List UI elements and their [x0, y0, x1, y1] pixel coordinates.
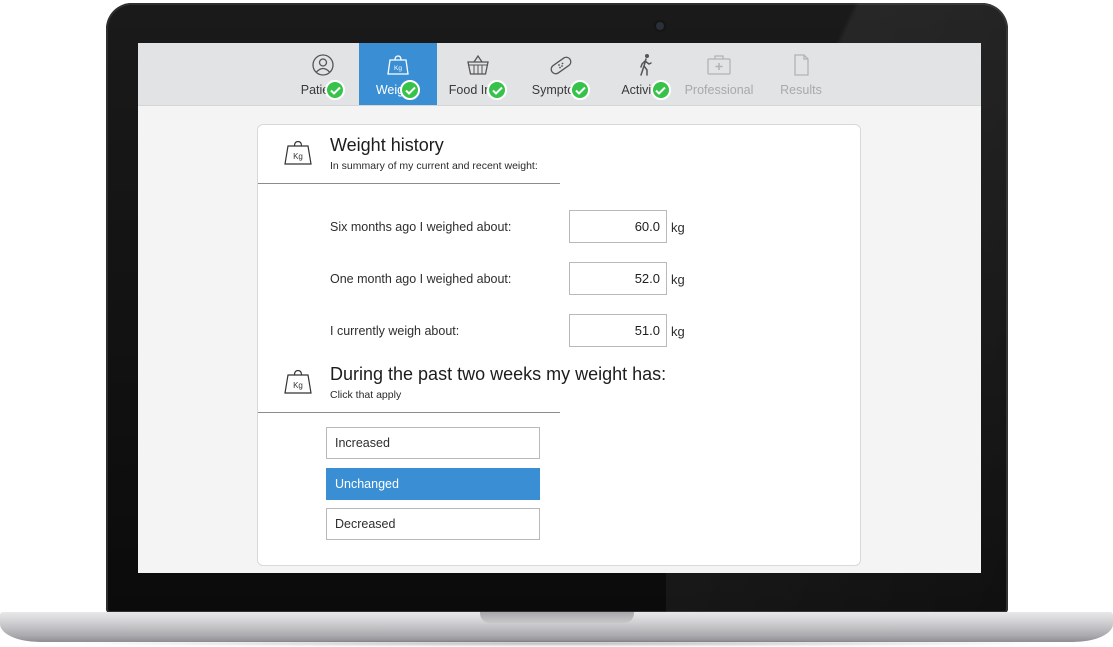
check-icon	[650, 80, 671, 100]
check-icon	[487, 80, 508, 100]
six-months-weight-input[interactable]: 60.0	[569, 210, 667, 243]
tab-activity[interactable]: Activit	[608, 43, 684, 105]
step-tab-bar: Patie Kg Weig Food In Sympto Activit Pro…	[138, 43, 981, 106]
tab-weight[interactable]: Kg Weig	[359, 43, 437, 105]
weight-icon: Kg	[387, 55, 409, 75]
current-weight-label: I currently weigh about:	[330, 324, 460, 338]
walking-icon	[640, 54, 652, 76]
section-title: Weight history	[330, 135, 444, 155]
current-weight-input[interactable]: 51.0	[569, 314, 667, 347]
basket-icon	[467, 54, 489, 75]
camera-icon	[656, 22, 664, 30]
svg-text:Kg: Kg	[293, 381, 303, 390]
unit-label: kg	[671, 324, 685, 339]
six-months-label: Six months ago I weighed about:	[330, 220, 512, 234]
tab-patient[interactable]: Patie	[285, 43, 361, 105]
tab-results[interactable]: Results	[768, 43, 834, 105]
weight-icon: Kg	[284, 140, 312, 165]
bandage-icon	[550, 56, 572, 75]
app-screen: Patie Kg Weig Food In Sympto Activit Pro…	[138, 43, 981, 573]
tab-label: Food In	[448, 83, 492, 97]
one-month-label: One month ago I weighed about:	[330, 272, 512, 286]
weight-history-header: Kg Weight history In summary of my curre…	[258, 125, 560, 184]
tab-food-intake[interactable]: Food In	[440, 43, 516, 105]
one-month-weight-input[interactable]: 52.0	[569, 262, 667, 295]
svg-text:Kg: Kg	[394, 65, 402, 72]
section-subtitle: In summary of my current and recent weig…	[330, 160, 538, 172]
svg-text:Kg: Kg	[293, 152, 303, 161]
tab-symptoms[interactable]: Sympto	[523, 43, 599, 105]
check-icon	[400, 80, 421, 100]
section-title: During the past two weeks my weight has:	[330, 364, 667, 384]
option-unchanged[interactable]: Unchanged	[326, 468, 540, 500]
user-icon	[312, 54, 334, 76]
check-icon	[325, 80, 346, 100]
tab-label: Professional	[684, 83, 754, 97]
tab-label: Sympto	[531, 83, 575, 97]
unit-label: kg	[671, 272, 685, 287]
weight-icon: Kg	[284, 369, 312, 394]
weight-form-card: Kg Weight history In summary of my curre…	[257, 124, 861, 566]
laptop-notch	[480, 612, 634, 623]
section-subtitle: Click that apply	[330, 389, 402, 401]
check-icon	[570, 80, 591, 100]
tab-label: Activit	[621, 83, 655, 97]
option-increased[interactable]: Increased	[326, 427, 540, 459]
tab-label: Results	[780, 83, 822, 97]
option-decreased[interactable]: Decreased	[326, 508, 540, 540]
weight-change-header: Kg During the past two weeks my weight h…	[258, 354, 666, 413]
document-icon	[794, 54, 809, 76]
tab-professional[interactable]: Professional	[679, 43, 759, 105]
laptop-shadow	[40, 640, 1073, 647]
unit-label: kg	[671, 220, 685, 235]
medical-kit-icon	[707, 55, 731, 75]
